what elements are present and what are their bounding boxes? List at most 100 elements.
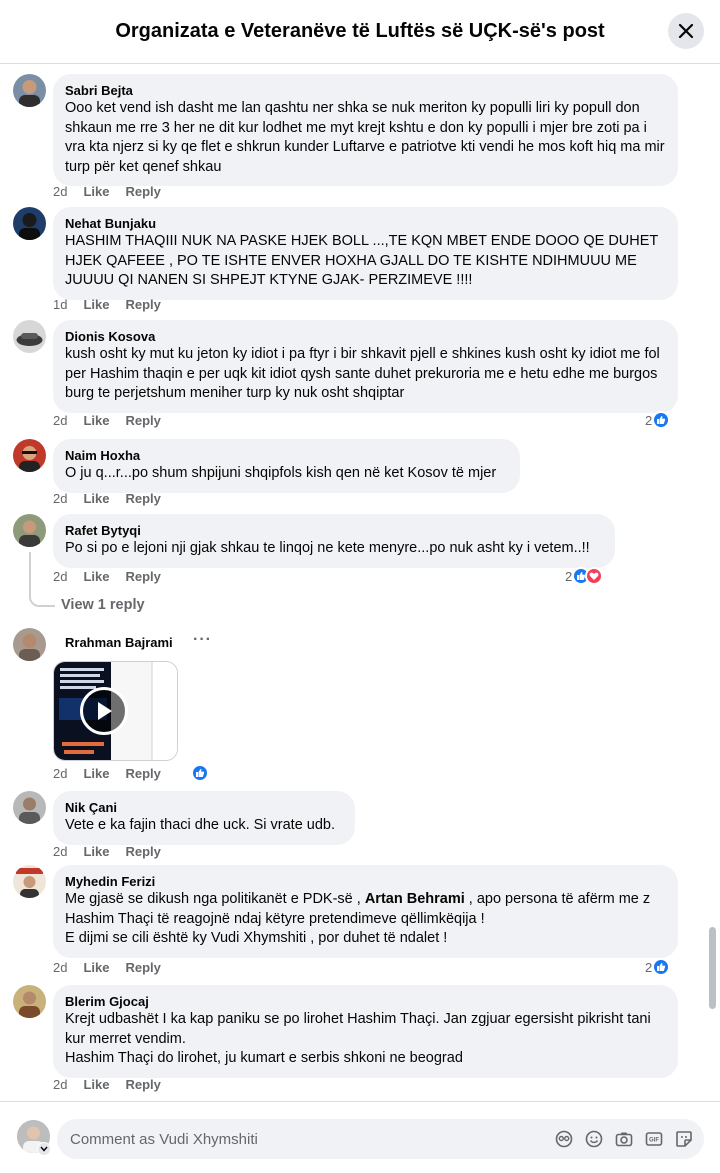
comment-time[interactable]: 2d [53,569,67,584]
avatar-sticker-icon[interactable] [554,1129,574,1149]
comment-author[interactable]: Rrahman Bajrami [65,634,173,651]
like-reaction-icon [652,958,671,976]
avatar[interactable] [13,207,46,240]
comment-bubble: Myhedin Ferizi Me gjasë se dikush nga po… [53,865,678,958]
mention-link[interactable]: Artan Behrami [365,891,465,907]
like-button[interactable]: Like [83,766,109,781]
avatar[interactable] [13,628,46,661]
reply-button[interactable]: Reply [125,844,160,859]
composer-icons: GIF [554,1129,694,1149]
comment-actions: 1d Like Reply [53,297,161,312]
view-replies-link[interactable]: View 1 reply [61,597,145,613]
comment-bubble: Nik Çani Vete e ka fajin thaci dhe uck. … [53,791,355,845]
reply-button[interactable]: Reply [125,413,160,428]
comment-text: kush osht ky mut ku jeton ky idiot i pa … [65,346,660,401]
emoji-icon[interactable] [584,1129,604,1149]
reaction-count[interactable]: 2 [645,958,671,976]
post-modal: Organizata e Veteranëve të Luftës së UÇK… [0,0,720,1173]
like-button[interactable]: Like [83,844,109,859]
comment-time[interactable]: 2d [53,1077,67,1092]
scrollbar-thumb[interactable] [709,927,716,1009]
comment-author[interactable]: Blerim Gjocaj [65,993,666,1010]
reaction-number: 2 [565,568,573,584]
comment-time[interactable]: 2d [53,413,67,428]
svg-text:GIF: GIF [649,1138,659,1144]
comment-actions: 2d Like Reply [53,766,161,781]
like-button[interactable]: Like [83,491,109,506]
more-options-button[interactable]: ··· [193,631,212,649]
chevron-down-icon[interactable] [37,1142,51,1156]
comment-author[interactable]: Nehat Bunjaku [65,215,666,232]
comment-text: HASHIM THAQIII NUK NA PASKE HJEK BOLL ..… [65,233,659,288]
reply-button[interactable]: Reply [125,491,160,506]
like-button[interactable]: Like [83,297,109,312]
like-reaction-icon [191,764,209,782]
sticker-icon[interactable] [674,1129,694,1149]
comment-time[interactable]: 2d [53,960,67,975]
reply-button[interactable]: Reply [125,569,160,584]
avatar[interactable] [13,74,46,107]
comment-actions: 2d Like Reply [53,960,161,975]
comment-bubble: Naim Hoxha O ju q...r...po shum shpijuni… [53,439,520,493]
comment-author[interactable]: Rafet Bytyqi [65,522,603,539]
reaction-count[interactable] [191,764,209,782]
reaction-count[interactable]: 2 [645,411,671,429]
like-button[interactable]: Like [83,413,109,428]
comments-list: Sabri Bejta Ooo ket vend ish dasht me la… [0,65,720,1101]
gif-icon[interactable]: GIF [644,1129,664,1149]
reply-button[interactable]: Reply [125,184,160,199]
reply-button[interactable]: Reply [125,960,160,975]
comment-author[interactable]: Sabri Bejta [65,82,666,99]
like-button[interactable]: Like [83,184,109,199]
comment-actions: 2d Like Reply [53,569,161,584]
camera-icon[interactable] [614,1129,634,1149]
comment-time[interactable]: 2d [53,491,67,506]
comment-time[interactable]: 1d [53,297,67,312]
thread-connector [29,552,55,607]
comment-author[interactable]: Naim Hoxha [65,447,508,464]
comment-time[interactable]: 2d [53,844,67,859]
reaction-number: 2 [645,412,653,428]
close-button[interactable] [668,13,704,49]
comment-composer: Comment as Vudi Xhymshiti GIF [0,1101,720,1173]
comment-author[interactable]: Dionis Kosova [65,328,666,345]
reaction-count[interactable]: 2 [565,567,604,585]
comment-actions: 2d Like Reply [53,184,161,199]
reaction-number: 2 [645,959,653,975]
avatar[interactable] [13,514,46,547]
comment-bubble: Sabri Bejta Ooo ket vend ish dasht me la… [53,74,678,186]
comment-text: Vete e ka fajin thaci dhe uck. Si vrate … [65,817,336,833]
play-icon[interactable] [80,687,128,735]
reply-button[interactable]: Reply [125,766,160,781]
comment-time[interactable]: 2d [53,766,67,781]
avatar[interactable] [13,439,46,472]
comment-text: Ooo ket vend ish dasht me lan qashtu ner… [65,100,665,175]
comment-bubble: Nehat Bunjaku HASHIM THAQIII NUK NA PASK… [53,207,678,300]
comment-text: Po si po e lejoni nji gjak shkau te linq… [65,540,590,556]
comment-bubble: Dionis Kosova kush osht ky mut ku jeton … [53,320,678,413]
comment-text-part: Me gjasë se dikush nga politikanët e PDK… [65,891,365,907]
avatar[interactable] [13,320,46,353]
like-button[interactable]: Like [83,569,109,584]
comment-author[interactable]: Myhedin Ferizi [65,873,666,890]
comment-time[interactable]: 2d [53,184,67,199]
reply-button[interactable]: Reply [125,297,160,312]
comment-text: Krejt udbashët I ka kap paniku se po lir… [65,1011,651,1066]
video-attachment[interactable] [53,661,178,761]
close-icon [678,23,694,39]
comment-bubble: Blerim Gjocaj Krejt udbashët I ka kap pa… [53,985,678,1078]
comment-bubble: Rafet Bytyqi Po si po e lejoni nji gjak … [53,514,615,568]
comment-actions: 2d Like Reply [53,844,161,859]
like-button[interactable]: Like [83,960,109,975]
avatar[interactable] [13,791,46,824]
avatar[interactable] [13,865,46,898]
comment-author[interactable]: Nik Çani [65,799,343,816]
like-button[interactable]: Like [83,1077,109,1092]
modal-title: Organizata e Veteranëve të Luftës së UÇK… [115,20,605,42]
reply-button[interactable]: Reply [125,1077,160,1092]
comment-input[interactable]: Comment as Vudi Xhymshiti GIF [57,1119,704,1159]
comment-actions: 2d Like Reply [53,491,161,506]
modal-header: Organizata e Veteranëve të Luftës së UÇK… [0,0,720,64]
comment-input-placeholder: Comment as Vudi Xhymshiti [70,1130,258,1148]
avatar[interactable] [13,985,46,1018]
